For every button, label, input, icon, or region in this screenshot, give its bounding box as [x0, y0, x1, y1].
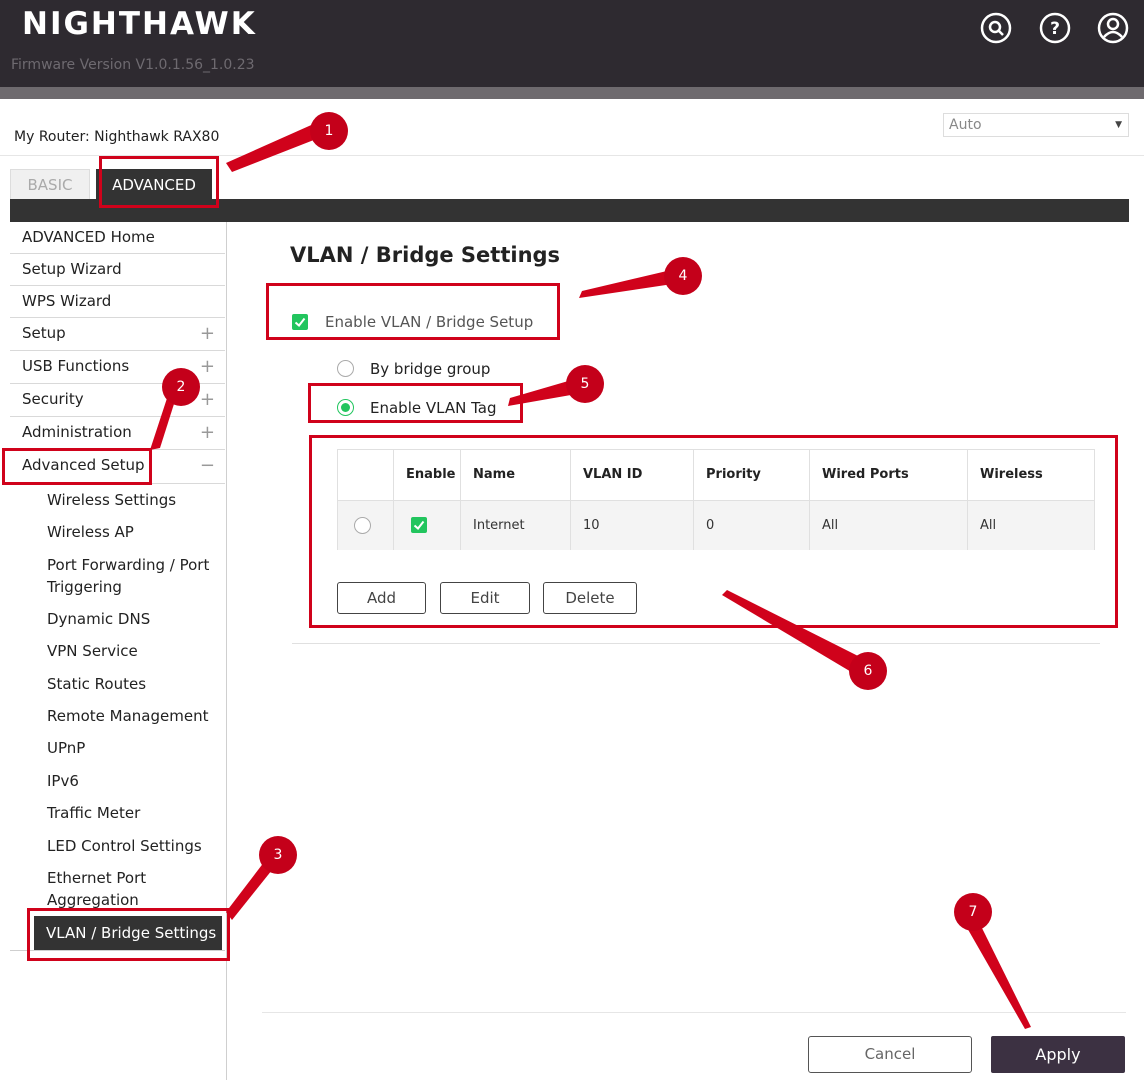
annotation-box-advanced-tab — [99, 156, 219, 208]
annotation-badge-2: 2 — [162, 368, 200, 406]
annotation-box-advanced-setup — [2, 448, 152, 485]
annotation-badge-5: 5 — [566, 365, 604, 403]
annotation-badge-4: 4 — [664, 257, 702, 295]
annotation-badge-7: 7 — [954, 893, 992, 931]
annotation-box-vlan-settings — [27, 908, 230, 961]
annotation-badge-3: 3 — [259, 836, 297, 874]
annotation-box-vlan-tag — [308, 383, 523, 423]
annotation-badge-6: 6 — [849, 652, 887, 690]
annotation-box-enable-vlan — [266, 283, 560, 340]
annotation-box-vlan-table — [309, 435, 1118, 628]
annotation-badge-1: 1 — [310, 112, 348, 150]
